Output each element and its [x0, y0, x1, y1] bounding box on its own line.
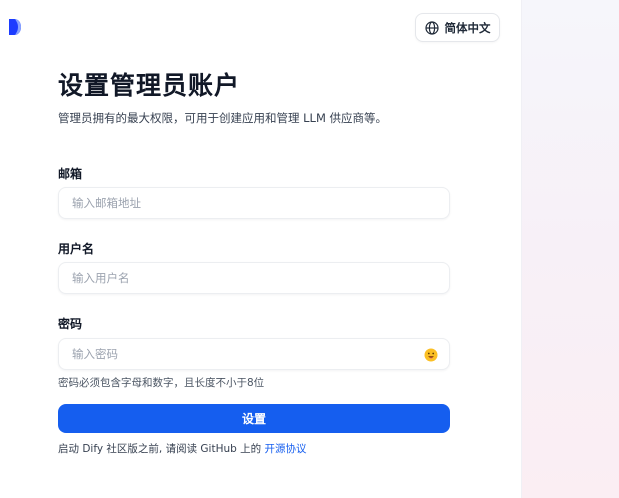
- footer-text: 启动 Dify 社区版之前, 请阅读 GitHub 上的: [58, 443, 262, 455]
- dify-logo[interactable]: [9, 18, 21, 36]
- setup-submit-button[interactable]: 设置: [58, 404, 450, 433]
- password-label: 密码: [58, 317, 83, 331]
- username-field-wrapper: [58, 262, 450, 294]
- username-input[interactable]: [72, 271, 449, 285]
- email-input[interactable]: [72, 196, 449, 210]
- page-subtitle: 管理员拥有的最大权限，可用于创建应用和管理 LLM 供应商等。: [58, 111, 388, 125]
- password-field-wrapper: [58, 338, 450, 370]
- footer-notice: 启动 Dify 社区版之前, 请阅读 GitHub 上的 开源协议: [58, 441, 306, 456]
- email-field-wrapper: [58, 187, 450, 219]
- globe-icon: [424, 20, 439, 35]
- username-label: 用户名: [58, 242, 95, 256]
- emoji-eye-toggle-icon[interactable]: [423, 347, 439, 363]
- password-hint: 密码必须包含字母和数字，且长度不小于8位: [58, 377, 265, 389]
- password-input[interactable]: [72, 347, 449, 361]
- license-link[interactable]: 开源协议: [264, 443, 306, 455]
- decorative-gradient-panel: [521, 0, 619, 498]
- language-label: 简体中文: [444, 20, 491, 35]
- page-title: 设置管理员账户: [58, 71, 241, 100]
- email-label: 邮箱: [58, 167, 83, 181]
- language-switcher-button[interactable]: 简体中文: [415, 13, 500, 42]
